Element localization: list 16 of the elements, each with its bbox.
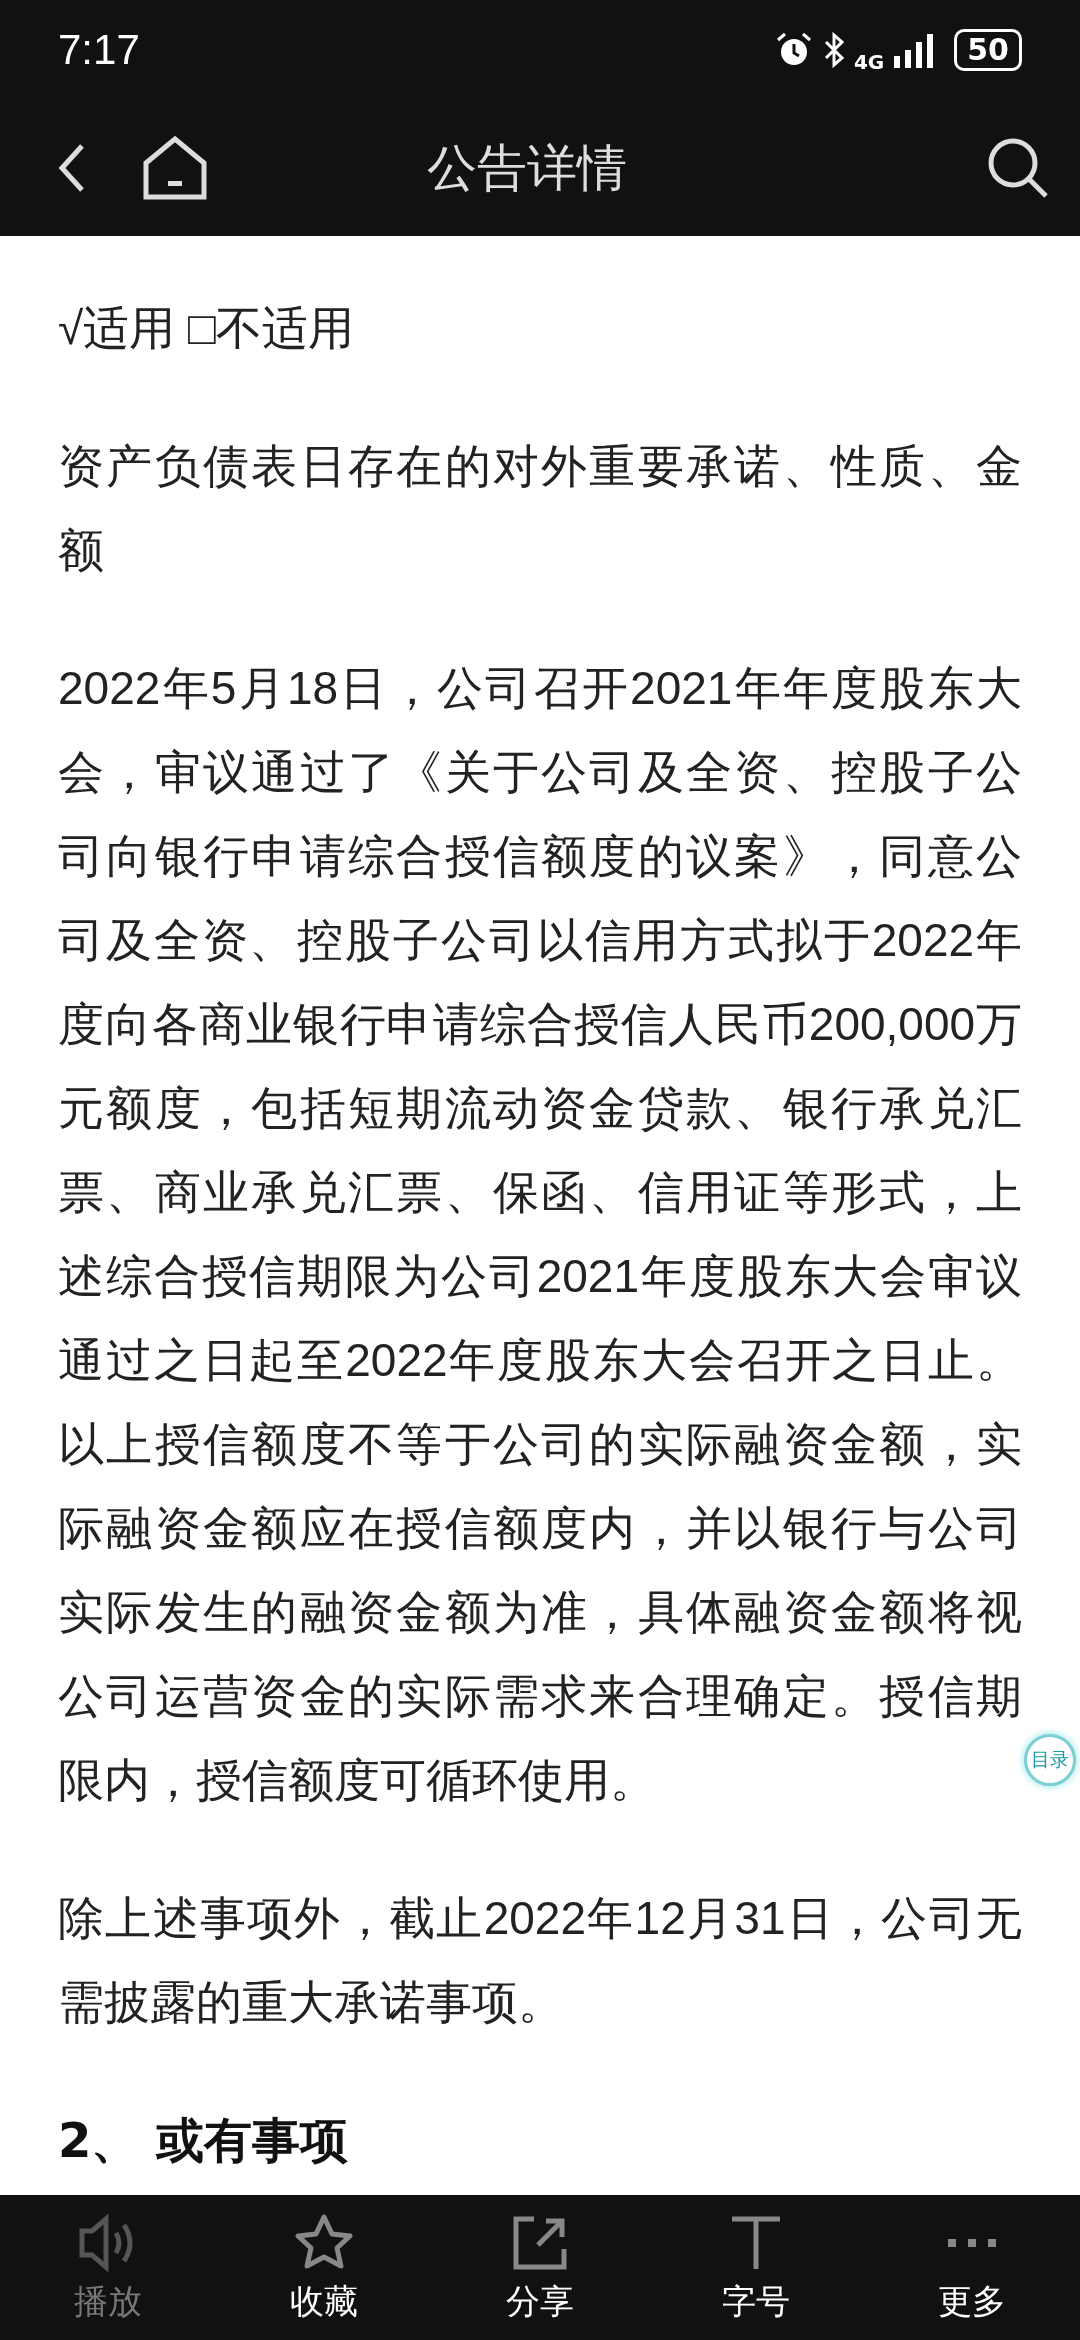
paragraph: √适用 □不适用 [58,301,355,356]
network-label: 4G [853,50,885,74]
paragraph: 除上述事项外，截止2022年12月31日，公司无需披露的重大承诺事项。 [58,1891,1022,2030]
page-title: 公告详情 [426,137,628,199]
more-icon [946,2237,998,2248]
battery-level: 50 [954,29,1022,71]
search-icon[interactable] [986,136,1050,200]
paragraph: 资产负债表日存在的对外重要承诺、性质、金额 [58,439,1022,578]
home-icon[interactable] [142,135,208,201]
paragraph: 2022年5月18日，公司召开2021年年度股东大会，审议通过了《关于公司及全资、控股子公司向银行申请综合授信额度的议案》，同意公司及全资、控股子公司以信用方式拟于2022年度向各商业银行申请综合授信人民币200,000万元额度，包括短期流动资金贷款、银行承兑汇票、商业承兑汇票、保函、信用证等形式，上述综合授信期限为公司2021年度股东大会审议通过之日起至2022年度股东大会召开之日止。以上授信额度不等于公司的实际融资金额，实际融资金额应在授信额度内，并以银行与公司实际发生的融资金额为准，具体融资金额将视公司运营资金的实际需求来合理确定。授信期限内，授信额度可循环使用。 [58,661,1022,1808]
toolbar-button[interactable]: 分享 [486,2210,594,2325]
section-heading: 2、 或有事项 [58,2111,350,2170]
toolbar-button[interactable]: 收藏 [270,2210,378,2325]
toolbar-button[interactable]: 字号 [702,2210,810,2325]
status-time: 7:17 [58,26,140,74]
toolbar-button[interactable]: 更多 [918,2210,1026,2325]
